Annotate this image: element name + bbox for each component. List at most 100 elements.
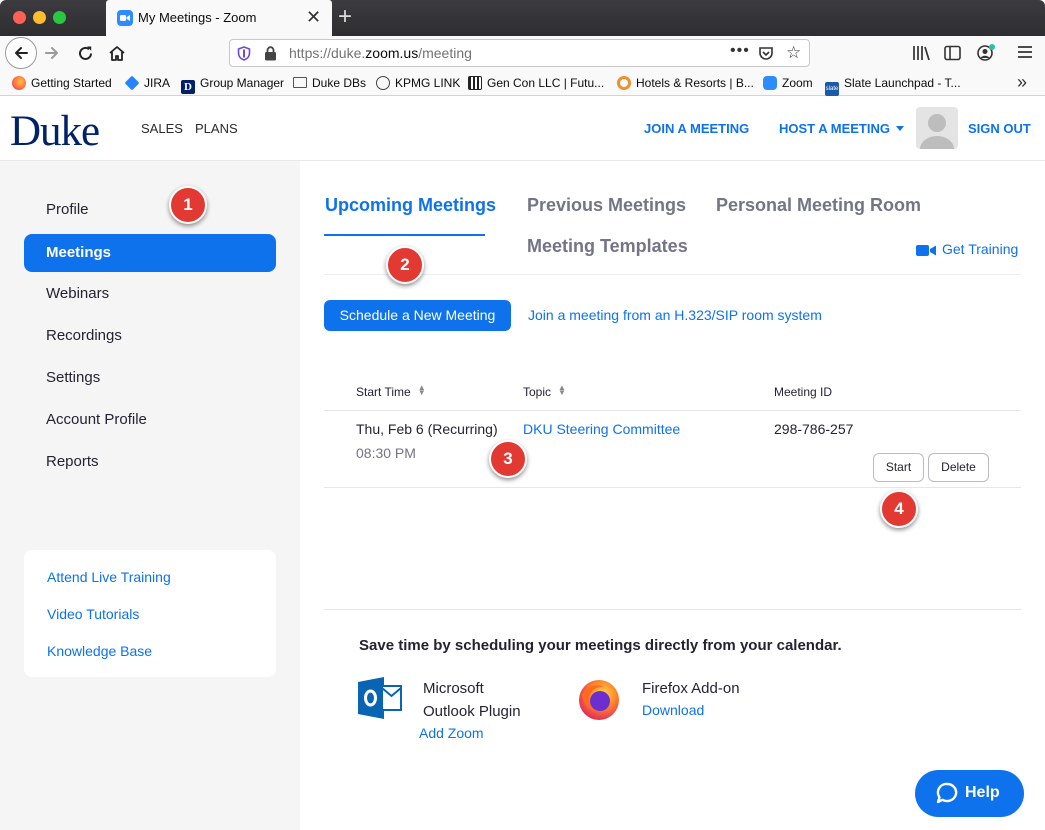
duke-logo[interactable]: Duke — [10, 110, 100, 154]
video-camera-icon — [916, 245, 936, 256]
host-meeting-link[interactable]: HOST A MEETING — [779, 121, 904, 136]
bookmark-kpmg-link[interactable]: KPMG LINK — [376, 76, 460, 90]
bookmark-zoom[interactable]: Zoom — [763, 76, 813, 90]
bookmark-jira[interactable]: JIRA — [124, 75, 170, 91]
zoom-favicon-icon — [117, 10, 133, 26]
column-header-start-time[interactable]: Start Time ▲ ▼ — [356, 383, 426, 400]
window-close-button[interactable] — [13, 11, 26, 24]
url-text[interactable]: https://duke.zoom.us/meeting — [289, 45, 472, 61]
divider — [324, 410, 1021, 411]
sidebar-item-profile[interactable]: Profile — [24, 191, 276, 229]
get-training-link[interactable]: Get Training — [916, 241, 1018, 257]
sidebar: Profile Meetings Webinars Recordings Set… — [0, 161, 300, 830]
sidebar-item-reports[interactable]: Reports — [24, 443, 276, 481]
schedule-new-meeting-button[interactable]: Schedule a New Meeting — [324, 300, 511, 331]
meeting-id: 298-786-257 — [774, 421, 854, 437]
bookmarks-toolbar: Getting Started JIRA D Group Manager Duke… — [0, 72, 1045, 96]
attend-live-training-link[interactable]: Attend Live Training — [47, 569, 171, 585]
back-button[interactable] — [5, 37, 37, 69]
account-icon[interactable] — [976, 43, 996, 63]
callout-2: 2 — [386, 246, 424, 284]
browser-toolbar: https://duke.zoom.us/meeting ••• ☆ — [0, 36, 1045, 72]
slate-icon: slate — [825, 82, 839, 96]
tab-close-icon[interactable]: ✕ — [306, 7, 321, 27]
knowledge-base-link[interactable]: Knowledge Base — [47, 643, 152, 659]
firefox-icon — [579, 680, 619, 720]
delete-meeting-button[interactable]: Delete — [928, 453, 989, 482]
library-icon[interactable] — [912, 45, 930, 61]
gencon-icon — [468, 76, 482, 90]
browser-tab[interactable]: My Meetings - Zoom ✕ — [106, 0, 332, 36]
sort-icon: ▲ ▼ — [417, 383, 426, 397]
bookmark-gen-con[interactable]: Gen Con LLC | Futu... — [468, 76, 604, 90]
sidebar-item-recordings[interactable]: Recordings — [24, 317, 276, 355]
ring-icon — [617, 76, 631, 90]
bookmark-getting-started[interactable]: Getting Started — [12, 76, 112, 90]
new-tab-icon[interactable]: + — [338, 3, 352, 31]
sidebar-item-meetings[interactable]: Meetings — [24, 234, 276, 272]
callout-1: 1 — [169, 186, 207, 224]
caret-down-icon — [895, 126, 904, 131]
sidebar-toggle-icon[interactable] — [944, 45, 961, 61]
sidebar-item-webinars[interactable]: Webinars — [24, 275, 276, 313]
join-sip-room-link[interactable]: Join a meeting from an H.323/SIP room sy… — [528, 307, 822, 323]
add-zoom-link[interactable]: Add Zoom — [419, 725, 484, 741]
divider — [324, 487, 1021, 488]
bookmarks-overflow-icon[interactable]: » — [1017, 72, 1027, 93]
tab-previous-meetings[interactable]: Previous Meetings — [527, 195, 686, 216]
window-zoom-button[interactable] — [53, 11, 66, 24]
tracking-shield-icon[interactable] — [237, 46, 251, 61]
browser-tab-strip: My Meetings - Zoom ✕ + — [0, 0, 1045, 36]
address-bar[interactable]: https://duke.zoom.us/meeting ••• ☆ — [229, 39, 810, 67]
nav-plans[interactable]: PLANS — [195, 121, 238, 136]
column-header-meeting-id: Meeting ID — [774, 385, 833, 399]
help-button[interactable]: Help — [915, 770, 1024, 817]
meeting-time: 08:30 PM — [356, 445, 416, 461]
pocket-icon[interactable] — [758, 46, 774, 61]
callout-3: 3 — [489, 440, 527, 478]
reload-button[interactable] — [75, 41, 97, 65]
sidebar-item-account-profile[interactable]: Account Profile — [24, 401, 276, 439]
hamburger-menu-icon[interactable] — [1017, 45, 1033, 59]
tab-personal-meeting-room[interactable]: Personal Meeting Room — [716, 195, 921, 216]
bookmark-star-icon[interactable]: ☆ — [786, 43, 801, 63]
duke-d-icon: D — [181, 80, 195, 94]
window-minimize-button[interactable] — [33, 11, 46, 24]
zoom-icon — [763, 76, 777, 90]
tab-meeting-templates[interactable]: Meeting Templates — [527, 236, 688, 257]
folder-icon — [293, 77, 307, 88]
meeting-topic-link[interactable]: DKU Steering Committee — [523, 421, 680, 437]
tab-upcoming-meetings[interactable]: Upcoming Meetings — [325, 195, 496, 216]
avatar[interactable] — [916, 107, 958, 149]
bookmark-group-manager[interactable]: D Group Manager — [181, 76, 284, 94]
outlook-plugin-subtitle: Outlook Plugin — [423, 703, 521, 720]
home-button[interactable] — [106, 41, 128, 65]
jira-icon — [124, 75, 140, 91]
join-meeting-link[interactable]: JOIN A MEETING — [644, 121, 749, 136]
outlook-icon — [358, 677, 402, 719]
globe-icon — [376, 76, 390, 90]
sidebar-item-settings[interactable]: Settings — [24, 359, 276, 397]
lock-icon[interactable] — [264, 46, 277, 61]
sign-out-link[interactable]: SIGN OUT — [968, 121, 1031, 136]
help-resources-card: Attend Live Training Video Tutorials Kno… — [24, 550, 276, 677]
column-header-topic[interactable]: Topic ▲ ▼ — [523, 383, 566, 400]
video-tutorials-link[interactable]: Video Tutorials — [47, 606, 139, 622]
bookmark-hotels[interactable]: Hotels & Resorts | B... — [617, 76, 754, 90]
firefox-icon — [12, 76, 26, 90]
divider — [324, 274, 1021, 275]
tab-title: My Meetings - Zoom — [138, 10, 257, 25]
page-actions-more-icon[interactable]: ••• — [730, 42, 750, 60]
divider — [324, 609, 1021, 610]
sort-icon: ▲ ▼ — [558, 383, 566, 397]
active-tab-indicator — [324, 234, 485, 236]
calendar-integration-heading: Save time by scheduling your meetings di… — [359, 637, 842, 654]
bookmark-duke-dbs[interactable]: Duke DBs — [293, 76, 366, 90]
nav-sales[interactable]: SALES — [141, 121, 183, 136]
download-link[interactable]: Download — [642, 702, 704, 718]
start-meeting-button[interactable]: Start — [873, 453, 924, 482]
site-header: Duke SALES PLANS JOIN A MEETING HOST A M… — [0, 96, 1045, 161]
bookmark-slate[interactable]: slate Slate Launchpad - T... — [825, 76, 961, 96]
meeting-date: Thu, Feb 6 (Recurring) — [356, 421, 498, 437]
forward-button[interactable] — [42, 41, 64, 65]
